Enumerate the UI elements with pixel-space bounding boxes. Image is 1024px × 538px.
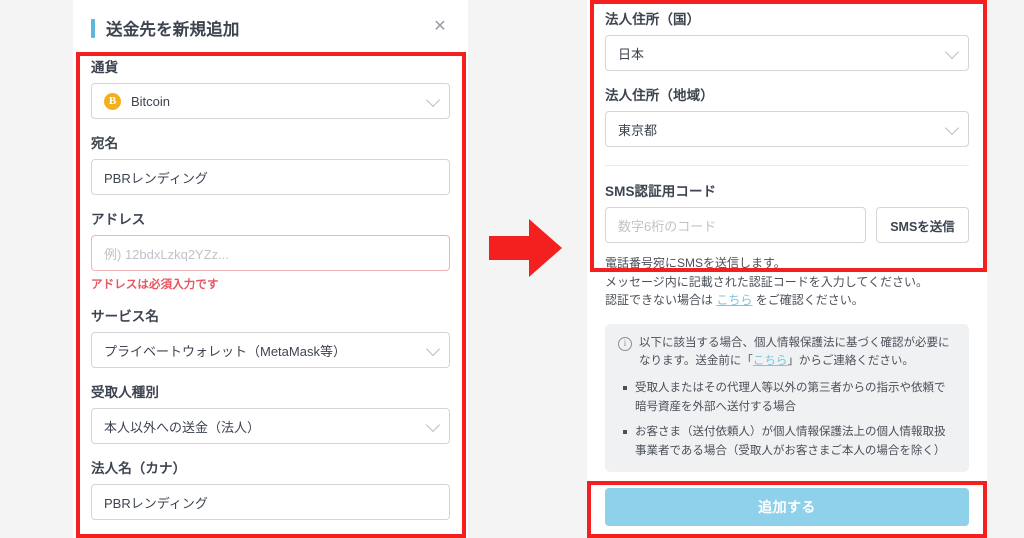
- service-name-value: プライベートウォレット（MetaMask等）: [104, 343, 346, 359]
- currency-value: Bitcoin: [131, 93, 171, 109]
- recipient-type-select[interactable]: 本人以外への送金（法人）: [91, 408, 450, 444]
- corp-address-region-select[interactable]: 東京都: [605, 111, 969, 147]
- corporate-name-kana-input[interactable]: PBRレンディング: [91, 484, 450, 520]
- add-withdrawal-destination-modal: 送金先を新規追加 ✕ 通貨 B Bitcoin 宛名 PBRレンディング アドレ…: [73, 0, 468, 538]
- modal-header: 送金先を新規追加 ✕: [73, 0, 468, 56]
- sms-code-input[interactable]: 数字6桁のコード: [605, 207, 866, 243]
- field-sms-code: SMS認証用コード 数字6桁のコード SMSを送信: [605, 180, 969, 243]
- sms-note-line2: メッセージ内に記載された認証コードを入力してください。: [605, 274, 929, 289]
- privacy-info-heading: i 以下に該当する場合、個人情報保護法に基づく確認が必要になります。送金前に「こ…: [618, 335, 956, 371]
- field-corporate-name-kana: 法人名（カナ） PBRレンディング: [91, 457, 450, 520]
- bitcoin-icon: B: [104, 92, 121, 110]
- sms-code-row: 数字6桁のコード SMSを送信: [605, 207, 969, 243]
- field-label-service-name: サービス名: [91, 309, 159, 324]
- send-sms-button[interactable]: SMSを送信: [876, 207, 969, 243]
- privacy-head-after: 」からご連絡ください。: [787, 354, 914, 367]
- address-error-message: アドレスは必須入力です: [91, 279, 219, 291]
- field-label-sms-code: SMS認証用コード: [605, 184, 717, 199]
- privacy-info-box: i 以下に該当する場合、個人情報保護法に基づく確認が必要になります。送金前に「こ…: [605, 323, 969, 472]
- info-icon: i: [618, 336, 632, 351]
- field-label-recipient-type: 受取人種別: [91, 385, 159, 400]
- corp-address-region-value: 東京都: [618, 122, 658, 138]
- field-recipient-name: 宛名 PBRレンディング: [91, 132, 450, 195]
- recipient-type-value: 本人以外への送金（法人）: [104, 419, 261, 435]
- corp-address-country-value: 日本: [618, 46, 645, 62]
- field-recipient-type: 受取人種別 本人以外への送金（法人）: [91, 381, 450, 444]
- list-item: お客さま（送付依頼人）が個人情報保護法上の個人情報取扱事業者である場合（受取人が…: [623, 423, 956, 460]
- chevron-down-icon: [425, 341, 441, 357]
- privacy-info-heading-text: 以下に該当する場合、個人情報保護法に基づく確認が必要になります。送金前に「こちら…: [639, 335, 956, 371]
- recipient-name-input[interactable]: PBRレンディング: [91, 159, 450, 195]
- sms-code-placeholder: 数字6桁のコード: [618, 218, 717, 234]
- close-icon[interactable]: ✕: [431, 18, 449, 36]
- currency-select[interactable]: B Bitcoin: [91, 83, 450, 119]
- sms-note-line3-after: をご確認ください。: [752, 293, 864, 308]
- add-destination-submit-button[interactable]: 追加する: [605, 488, 969, 526]
- chevron-down-icon: [425, 92, 441, 108]
- address-input[interactable]: 例) 12bdxLzkq2YZz...: [91, 235, 450, 271]
- page-title: 送金先を新規追加: [106, 21, 240, 39]
- service-name-select[interactable]: プライベートウォレット（MetaMask等）: [91, 332, 450, 368]
- left-form-body: 通貨 B Bitcoin 宛名 PBRレンディング アドレス 例) 12bdxL…: [73, 56, 468, 520]
- field-label-address: アドレス: [91, 212, 146, 227]
- recipient-name-value: PBRレンディング: [104, 170, 208, 186]
- field-corp-address-country: 法人住所（国） 日本: [605, 8, 969, 71]
- corporate-name-kana-value: PBRレンディング: [104, 495, 208, 511]
- field-label-recipient-name: 宛名: [91, 136, 119, 151]
- title-accent-bar: [91, 18, 95, 38]
- sms-note-line3-before: 認証できない場合は: [605, 293, 717, 308]
- right-form-body: 法人住所（国） 日本 法人住所（地域） 東京都 SMS認証用コード 数字6桁のコ…: [587, 0, 987, 472]
- field-label-corp-address-region: 法人住所（地域）: [605, 88, 714, 103]
- chevron-down-icon: [425, 417, 441, 433]
- field-currency: 通貨 B Bitcoin: [91, 56, 450, 119]
- sms-note: 電話番号宛にSMSを送信します。 メッセージ内に記載された認証コードを入力してく…: [605, 254, 969, 310]
- sms-note-line1: 電話番号宛にSMSを送信します。: [605, 256, 786, 270]
- address-placeholder: 例) 12bdxLzkq2YZz...: [104, 246, 229, 262]
- privacy-info-list: 受取人またはその代理人等以外の第三者からの指示や依頼で暗号資産を外部へ送付する場…: [618, 379, 956, 460]
- field-label-corporate-name-kana: 法人名（カナ）: [91, 461, 187, 476]
- right-arrow-icon: [489, 219, 562, 277]
- privacy-contact-link[interactable]: こちら: [753, 355, 788, 367]
- sms-help-link[interactable]: こちら: [716, 293, 752, 307]
- field-label-currency: 通貨: [91, 60, 119, 75]
- chevron-down-icon: [944, 120, 960, 136]
- field-label-corp-address-country: 法人住所（国）: [605, 12, 701, 27]
- add-withdrawal-destination-modal-continued: 法人住所（国） 日本 法人住所（地域） 東京都 SMS認証用コード 数字6桁のコ…: [587, 0, 987, 538]
- field-address: アドレス 例) 12bdxLzkq2YZz... アドレスは必須入力です: [91, 208, 450, 292]
- field-corp-address-region: 法人住所（地域） 東京都: [605, 84, 969, 147]
- corp-address-country-select[interactable]: 日本: [605, 35, 969, 71]
- field-service-name: サービス名 プライベートウォレット（MetaMask等）: [91, 305, 450, 368]
- section-divider: [605, 165, 969, 166]
- list-item: 受取人またはその代理人等以外の第三者からの指示や依頼で暗号資産を外部へ送付する場…: [623, 379, 956, 416]
- chevron-down-icon: [944, 44, 960, 60]
- submit-button-wrapper: 追加する: [605, 488, 969, 526]
